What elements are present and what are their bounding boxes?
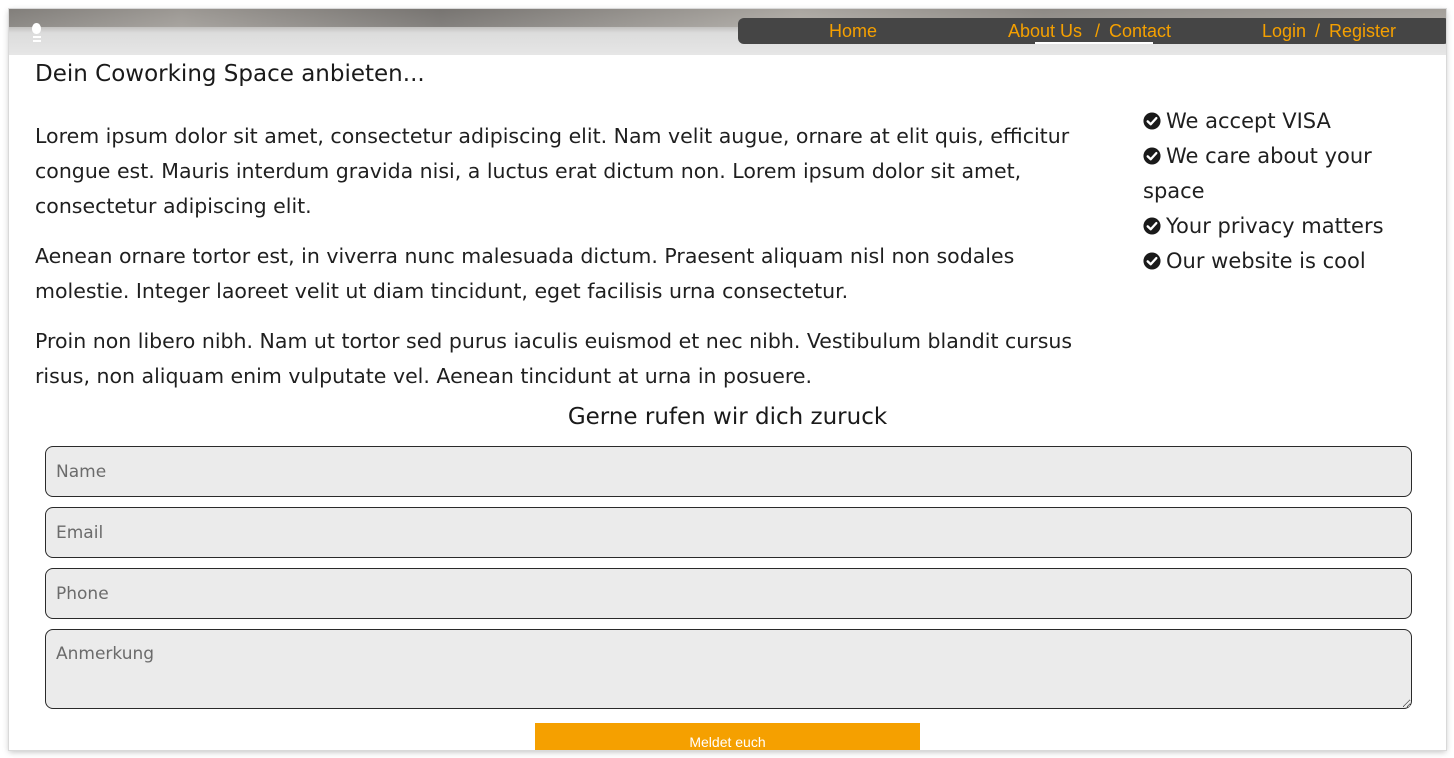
check-circle-icon xyxy=(1143,217,1161,235)
feature-label: Our website is cool xyxy=(1166,249,1366,273)
feature-label: Your privacy matters xyxy=(1166,214,1384,238)
site-header: Home About Us / Contact Login / Register xyxy=(9,9,1446,55)
phone-field[interactable] xyxy=(45,568,1412,619)
nav-separator: / xyxy=(1095,21,1101,41)
feature-label: We accept VISA xyxy=(1166,109,1331,133)
intro-paragraph: Proin non libero nibh. Nam ut tortor sed… xyxy=(35,329,1073,388)
nav-register-link[interactable]: Register xyxy=(1329,21,1396,42)
intro-paragraph: Lorem ipsum dolor sit amet, consectetur … xyxy=(35,124,1070,218)
submit-button[interactable]: Meldet euch xyxy=(535,723,920,750)
main-navigation: Home About Us / Contact Login / Register xyxy=(738,18,1446,44)
lightbulb-icon[interactable] xyxy=(30,23,44,45)
check-circle-icon xyxy=(1143,112,1161,130)
check-circle-icon xyxy=(1143,252,1161,270)
feature-list: We accept VISA We care about your space … xyxy=(1143,104,1413,279)
email-field[interactable] xyxy=(45,507,1412,558)
feature-item: Your privacy matters xyxy=(1143,209,1413,244)
feature-item: We accept VISA xyxy=(1143,104,1413,139)
feature-label: We care about your space xyxy=(1143,144,1372,203)
nav-contact-link[interactable]: Contact xyxy=(1109,21,1171,42)
page-frame: Home About Us / Contact Login / Register… xyxy=(9,9,1446,750)
check-circle-icon xyxy=(1143,147,1161,165)
nav-login-link[interactable]: Login xyxy=(1262,21,1306,42)
name-field[interactable] xyxy=(45,446,1412,497)
intro-paragraph: Aenean ornare tortor est, in viverra nun… xyxy=(35,244,1015,303)
note-field[interactable] xyxy=(45,629,1412,709)
nav-about-link[interactable]: About Us xyxy=(1008,21,1082,42)
callback-form-title: Gerne rufen wir dich zuruck xyxy=(567,404,888,430)
nav-home-link[interactable]: Home xyxy=(829,21,877,42)
feature-item: Our website is cool xyxy=(1143,244,1413,279)
nav-separator: / xyxy=(1315,21,1321,41)
nav-active-underline xyxy=(1035,42,1153,44)
page-title: Dein Coworking Space anbieten... xyxy=(35,61,425,87)
feature-item: We care about your space xyxy=(1143,139,1413,209)
